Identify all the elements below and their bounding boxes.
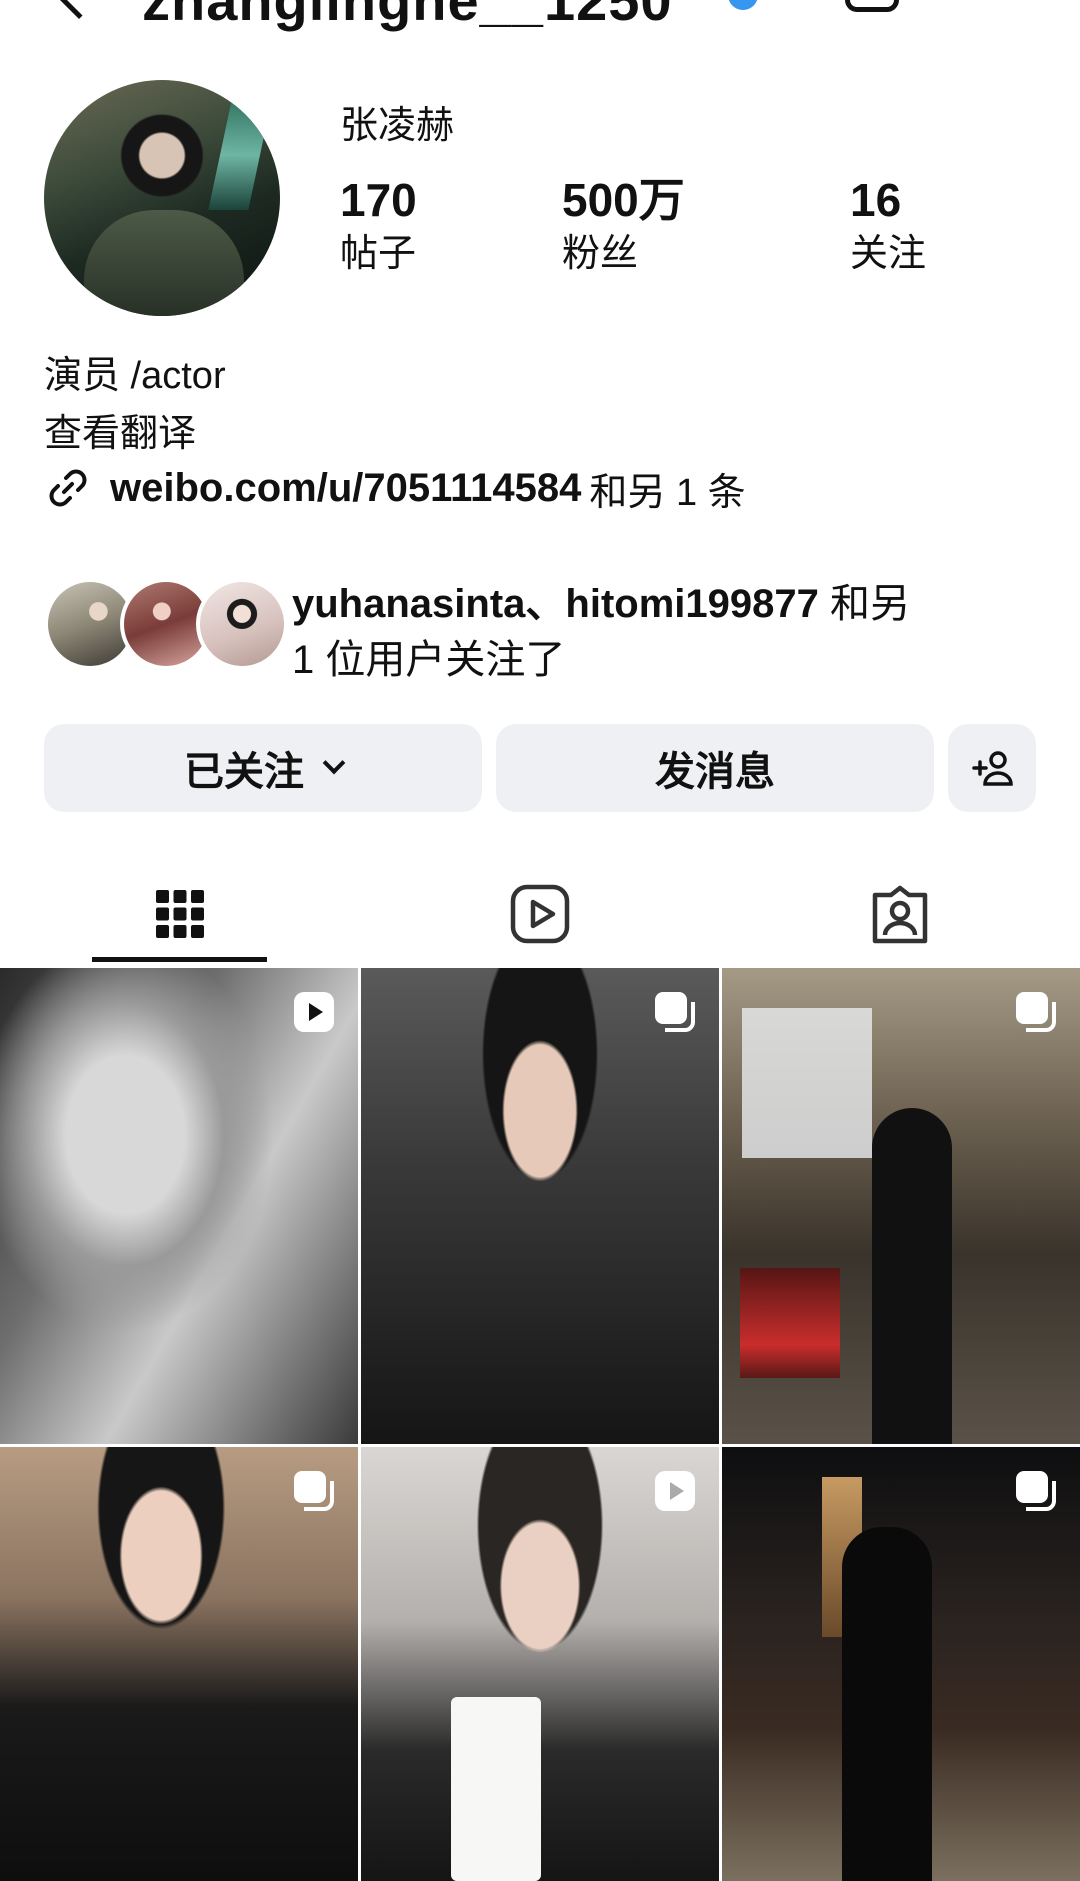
display-name: 张凌赫: [340, 105, 455, 147]
suggest-users-button[interactable]: [948, 724, 1036, 812]
mutual-followers[interactable]: yuhanasinta、hitomi199877 和另 1 位用户关注了: [44, 576, 1044, 682]
stat-posts[interactable]: 170 帖子: [340, 172, 417, 280]
stat-followers[interactable]: 500万 粉丝: [562, 172, 685, 280]
carousel-badge-icon: [294, 1471, 334, 1511]
bio-link-url[interactable]: weibo.com/u/7051114584: [110, 466, 581, 511]
stat-following-value: 16: [850, 174, 902, 226]
top-bar: zhanglinghe__1250: [0, 0, 1080, 32]
mutual-avatar-3: [196, 578, 288, 670]
post-thumbnail[interactable]: [0, 968, 358, 1444]
reel-badge-icon: [294, 992, 334, 1032]
bio-text: 演员 /actor: [44, 355, 226, 397]
post-thumbnail[interactable]: [361, 968, 719, 1444]
carousel-badge-icon: [1016, 992, 1056, 1032]
tab-reels[interactable]: [360, 862, 720, 966]
following-button-label: 已关注: [184, 750, 304, 794]
translate-link[interactable]: 查看翻译: [44, 402, 196, 457]
stat-posts-label: 帖子: [340, 233, 417, 275]
post-thumbnail[interactable]: [722, 968, 1080, 1444]
carousel-badge-icon: [655, 992, 695, 1032]
stat-followers-label: 粉丝: [562, 233, 639, 275]
following-button[interactable]: 已关注: [44, 724, 482, 812]
message-button-label: 发消息: [655, 750, 775, 794]
stat-following-label: 关注: [850, 233, 927, 275]
message-button[interactable]: 发消息: [496, 724, 934, 812]
tab-grid[interactable]: [0, 862, 360, 966]
link-icon: [49, 469, 87, 507]
reel-badge-icon: [655, 1471, 695, 1511]
bio-link-more[interactable]: 和另 1 条: [589, 461, 745, 516]
profile-tabs: [0, 862, 1080, 966]
mutual-suffix-2: 1 位用户关注了: [292, 638, 566, 682]
profile-avatar[interactable]: [44, 80, 280, 316]
bio-link[interactable]: weibo.com/u/7051114584 和另 1 条: [44, 460, 746, 516]
tab-tagged[interactable]: [720, 862, 1080, 966]
stat-following[interactable]: 16 关注: [850, 172, 926, 280]
mutual-followers-text: yuhanasinta、hitomi199877 和另 1 位用户关注了: [292, 576, 1052, 688]
active-tab-indicator: [92, 957, 267, 962]
stat-followers-value: 500万: [562, 174, 685, 226]
posts-grid: [0, 968, 1080, 1881]
post-thumbnail[interactable]: [361, 1447, 719, 1881]
profile-username: zhanglinghe__1250: [142, 0, 673, 32]
stat-posts-value: 170: [340, 174, 417, 226]
chevron-down-icon: [322, 751, 346, 775]
verified-badge-icon: [728, 0, 758, 10]
tagged-icon: [872, 885, 928, 944]
reels-icon: [510, 884, 570, 944]
post-thumbnail[interactable]: [0, 1447, 358, 1881]
grid-icon: [156, 890, 204, 938]
add-person-icon: [972, 751, 1013, 786]
carousel-badge-icon: [1016, 1471, 1056, 1511]
post-thumbnail[interactable]: [722, 1447, 1080, 1881]
notifications-bell-icon[interactable]: [845, 0, 899, 12]
mutual-usernames: yuhanasinta、hitomi199877: [292, 582, 819, 626]
mutual-suffix-1: 和另: [829, 582, 910, 626]
back-icon[interactable]: [54, 0, 104, 20]
